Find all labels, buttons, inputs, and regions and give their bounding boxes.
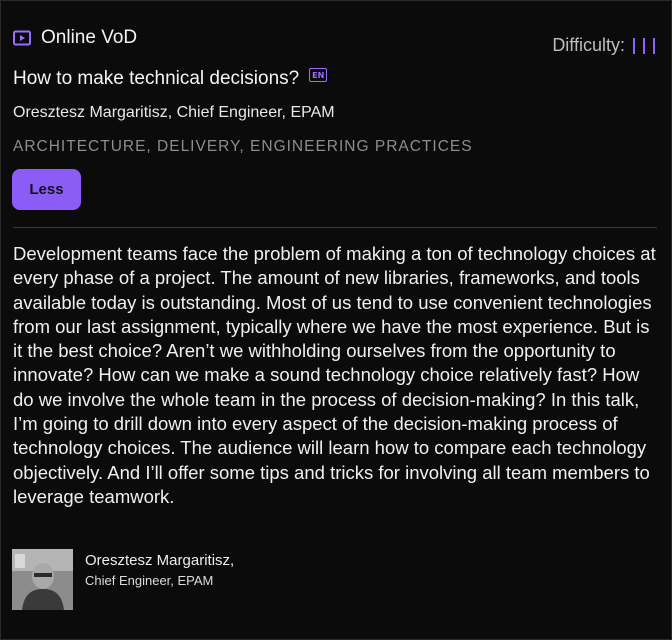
speaker-card: Oresztesz Margaritisz, Chief Engineer, E… <box>12 549 234 610</box>
less-button[interactable]: Less <box>12 169 81 210</box>
difficulty-bar <box>633 37 635 54</box>
title-row: How to make technical decisions? EN <box>13 68 328 90</box>
tags: ARCHITECTURE, DELIVERY, ENGINEERING PRAC… <box>13 138 473 155</box>
difficulty-bar <box>643 37 645 54</box>
play-screen-icon <box>13 30 31 46</box>
speaker-line: Oresztesz Margaritisz, Chief Engineer, E… <box>13 104 335 121</box>
difficulty-bars <box>633 37 655 54</box>
talk-title: How to make technical decisions? <box>13 68 300 89</box>
difficulty-label: Difficulty: <box>552 35 625 55</box>
difficulty-indicator: Difficulty: <box>552 35 655 56</box>
format-row: Online VoD <box>13 27 137 49</box>
speaker-role: Chief Engineer, EPAM <box>85 573 214 588</box>
divider <box>13 227 657 228</box>
session-card: Online VoD Difficulty: How to make techn… <box>0 0 672 640</box>
speaker-info: Oresztesz Margaritisz, Chief Engineer, E… <box>85 549 234 610</box>
avatar <box>12 549 73 610</box>
difficulty-bar <box>653 37 655 54</box>
language-badge-icon: EN <box>309 68 328 82</box>
description: Development teams face the problem of ma… <box>13 243 656 507</box>
format-label: Online VoD <box>41 27 138 48</box>
speaker-name: Oresztesz Margaritisz, <box>85 552 235 569</box>
